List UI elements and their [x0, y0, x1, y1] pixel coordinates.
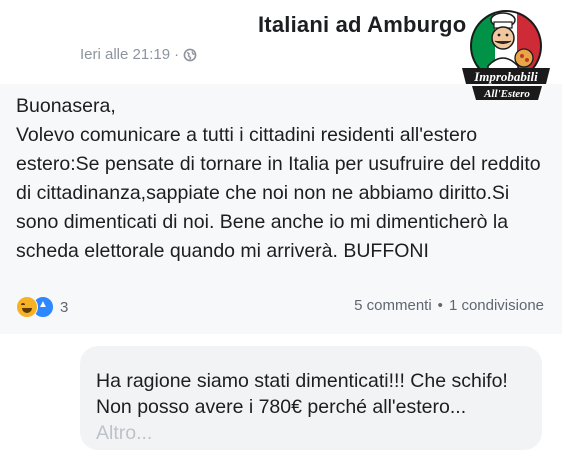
meta-separator: · [174, 46, 180, 63]
logo-line1: Improbabili [473, 69, 538, 84]
logo-line2: All'Estero [483, 88, 530, 100]
haha-reaction-icon [16, 296, 38, 318]
globe-icon [183, 48, 197, 61]
reactions-summary[interactable]: 3 [16, 296, 68, 318]
improbabili-all-estero-logo: Improbabili All'Estero [462, 10, 550, 100]
post-timestamp[interactable]: Ieri alle 21:19 [80, 46, 170, 63]
post-text: Buonasera, Volevo comunicare a tutti i c… [16, 95, 541, 262]
post-stats: 5 commenti • 1 condivisione [354, 297, 544, 314]
group-name-link[interactable]: Italiani ad Amburgo [258, 12, 466, 38]
reactions-count: 3 [60, 298, 69, 316]
post-meta: Ieri alle 21:19 · [80, 46, 197, 63]
comment-text: Ha ragione siamo stati dimenticati!!! Ch… [96, 368, 516, 446]
stats-separator: • [437, 297, 443, 314]
comment-body: Ha ragione siamo stati dimenticati!!! Ch… [96, 370, 508, 418]
see-more-link[interactable]: Altro... [96, 422, 152, 444]
shares-count-link[interactable]: 1 condivisione [449, 297, 544, 314]
comments-count-link[interactable]: 5 commenti [354, 297, 432, 314]
